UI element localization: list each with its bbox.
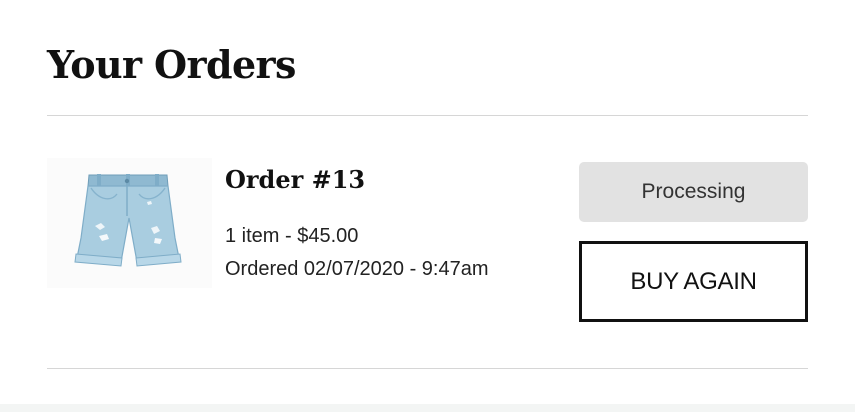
order-thumbnail[interactable] — [47, 158, 212, 288]
order-title: Order #13 — [225, 165, 366, 194]
denim-shorts-image — [74, 174, 182, 267]
footer-band — [0, 404, 855, 412]
buy-again-button[interactable]: BUY AGAIN — [579, 241, 808, 322]
order-summary: 1 item - $45.00 — [225, 225, 359, 247]
order-row: Order #13 1 item - $45.00 Ordered 02/07/… — [47, 158, 808, 328]
status-badge: Processing — [579, 162, 808, 222]
header-divider — [47, 115, 808, 116]
order-divider — [47, 368, 808, 369]
page-title: Your Orders — [47, 42, 296, 87]
order-date: Ordered 02/07/2020 - 9:47am — [225, 258, 489, 280]
